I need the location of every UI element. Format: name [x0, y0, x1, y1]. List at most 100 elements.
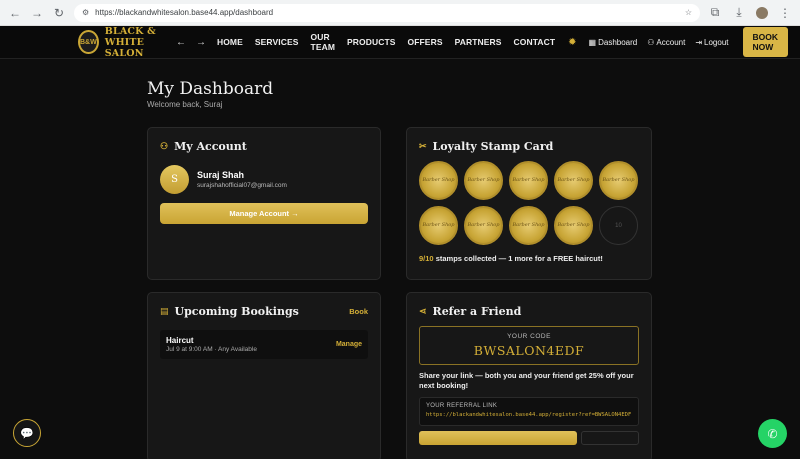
- nav-offers[interactable]: OFFERS: [408, 37, 443, 47]
- stamp-filled: Barber Shop: [554, 206, 593, 245]
- stamp-label: 10: [615, 222, 622, 229]
- stamp-empty: 10: [599, 206, 638, 245]
- brand-name[interactable]: BLACK & WHITE SALON: [105, 26, 160, 59]
- loyalty-heading: Loyalty Stamp Card: [432, 140, 554, 153]
- bookings-heading: Upcoming Bookings: [174, 305, 299, 318]
- referral-card-header: ⋖ Refer a Friend: [419, 305, 639, 318]
- account-card-header: ⚇ My Account: [160, 140, 368, 153]
- calendar-icon: ▤: [160, 306, 169, 317]
- manage-account-button[interactable]: Manage Account →: [160, 203, 368, 224]
- page-title: My Dashboard: [147, 79, 274, 99]
- stamp-filled: Barber Shop: [419, 206, 458, 245]
- nav-contact[interactable]: CONTACT: [514, 37, 556, 47]
- whatsapp-icon[interactable]: ✆: [758, 419, 787, 448]
- stamp-label: Barber Shop: [422, 177, 455, 183]
- loyalty-card: ✂ Loyalty Stamp Card Barber Shop Barber S…: [406, 127, 652, 280]
- stamp-count: 9/10: [419, 254, 434, 263]
- referral-link-box: YOUR REFERRAL LINK https://blackandwhite…: [419, 397, 639, 426]
- stamp-label: Barber Shop: [422, 222, 455, 228]
- stamp-filled: Barber Shop: [599, 161, 638, 200]
- referral-code[interactable]: BWSALON4EDF: [420, 343, 638, 358]
- user-name: Suraj Shah: [197, 170, 245, 180]
- manage-booking-button[interactable]: Manage: [336, 341, 362, 348]
- referral-link[interactable]: https://blackandwhitesalon.base44.app/re…: [426, 412, 632, 420]
- forward-icon[interactable]: →: [30, 6, 44, 20]
- copy-link-button[interactable]: [419, 430, 577, 445]
- account-heading: My Account: [174, 140, 247, 153]
- dashboard-main: My Dashboard Welcome back, Suraj ⚇ My Ac…: [0, 59, 800, 459]
- book-link[interactable]: Book: [349, 307, 368, 316]
- theme-toggle-sun-icon[interactable]: ✹: [568, 37, 576, 48]
- browser-toolbar: ← → ↻ ⚙ https://blackandwhitesalon.base4…: [0, 0, 800, 26]
- referral-actions: [419, 430, 639, 445]
- stamp-label: Barber Shop: [557, 177, 590, 183]
- menu-icon[interactable]: ⋮: [778, 6, 792, 20]
- nav-home[interactable]: HOME: [217, 37, 243, 47]
- account-card: ⚇ My Account S Suraj Shah surajshahoffic…: [147, 127, 381, 280]
- bookmark-star-icon[interactable]: ☆: [685, 8, 692, 17]
- share-text: Share your link — both you and your frie…: [419, 371, 634, 391]
- share-button[interactable]: [581, 430, 639, 445]
- reload-icon[interactable]: ↻: [52, 6, 66, 20]
- nav-back-icon[interactable]: ←: [176, 37, 186, 48]
- loyalty-card-header: ✂ Loyalty Stamp Card: [419, 140, 639, 153]
- stamp-filled: Barber Shop: [464, 206, 503, 245]
- code-label: YOUR CODE: [507, 333, 551, 340]
- stamp-filled: Barber Shop: [509, 161, 548, 200]
- nav-services[interactable]: SERVICES: [255, 37, 299, 47]
- dashboard-label: Dashboard: [598, 37, 638, 47]
- nav-products[interactable]: PRODUCTS: [347, 37, 396, 47]
- user-row: S Suraj Shah surajshahofficial07@gmail.c…: [160, 165, 368, 194]
- account-link[interactable]: ⚇ Account: [647, 38, 685, 47]
- link-label: YOUR REFERRAL LINK: [426, 403, 498, 410]
- logout-link[interactable]: ⇥ Logout: [695, 38, 728, 47]
- url-text: https://blackandwhitesalon.base44.app/da…: [95, 8, 274, 17]
- stamp-label: Barber Shop: [467, 177, 500, 183]
- welcome-message: Welcome back, Suraj: [147, 100, 223, 109]
- address-bar[interactable]: ⚙ https://blackandwhitesalon.base44.app/…: [74, 3, 700, 22]
- stamp-filled: Barber Shop: [554, 161, 593, 200]
- nav-partners[interactable]: PARTNERS: [455, 37, 502, 47]
- stamp-label: Barber Shop: [557, 222, 590, 228]
- nav-our-team[interactable]: OUR TEAM: [311, 32, 335, 52]
- back-icon[interactable]: ←: [8, 6, 22, 20]
- user-icon: ⚇: [647, 37, 655, 47]
- account-label: Account: [656, 37, 686, 47]
- dashboard-grid: ⚇ My Account S Suraj Shah surajshahoffic…: [147, 127, 653, 459]
- logout-icon: ⇥: [695, 37, 703, 47]
- stamp-label: Barber Shop: [512, 177, 545, 183]
- stamp-filled: Barber Shop: [464, 161, 503, 200]
- profile-avatar[interactable]: [756, 6, 768, 19]
- bookings-card: ▤ Upcoming Bookings Book Haircut Jul 9 a…: [147, 292, 381, 459]
- download-icon[interactable]: ⤓: [732, 5, 746, 20]
- stamp-filled: Barber Shop: [419, 161, 458, 200]
- chat-icon[interactable]: 💬: [13, 419, 41, 447]
- grid-icon: ▦: [588, 37, 597, 47]
- stamp-filled: Barber Shop: [509, 206, 548, 245]
- user-email: surajshahofficial07@gmail.com: [197, 182, 287, 189]
- referral-code-box: YOUR CODE BWSALON4EDF: [419, 326, 639, 365]
- site-header: B&W BLACK & WHITE SALON ← → HOME SERVICE…: [0, 26, 800, 59]
- dashboard-link[interactable]: ▦ Dashboard: [589, 38, 638, 47]
- site-info-icon[interactable]: ⚙: [82, 8, 89, 17]
- logout-label: Logout: [704, 37, 729, 47]
- booking-item: Haircut Jul 9 at 9:00 AM · Any Available…: [160, 330, 368, 359]
- stamp-label: Barber Shop: [602, 177, 635, 183]
- stamp-label: Barber Shop: [467, 222, 500, 228]
- stamp-status-text: stamps collected — 1 more for a FREE hai…: [433, 254, 603, 263]
- extensions-icon[interactable]: ⧉: [708, 5, 722, 20]
- avatar: S: [160, 165, 189, 194]
- booking-service: Haircut: [166, 336, 194, 345]
- referral-card: ⋖ Refer a Friend YOUR CODE BWSALON4EDF S…: [406, 292, 652, 459]
- share-icon: ⋖: [419, 306, 427, 317]
- stamp-status: 9/10 stamps collected — 1 more for a FRE…: [419, 254, 639, 263]
- bookings-card-header: ▤ Upcoming Bookings Book: [160, 305, 368, 318]
- nav-forward-icon[interactable]: →: [196, 37, 206, 48]
- stamp-label: Barber Shop: [512, 222, 545, 228]
- salon-logo[interactable]: B&W: [78, 30, 99, 54]
- user-icon: ⚇: [160, 141, 169, 152]
- booking-detail: Jul 9 at 9:00 AM · Any Available: [166, 346, 257, 353]
- book-now-button[interactable]: BOOK NOW: [742, 27, 788, 57]
- stamp-grid: Barber Shop Barber Shop Barber Shop Barber …: [419, 161, 639, 245]
- scissors-icon: ✂: [419, 141, 427, 152]
